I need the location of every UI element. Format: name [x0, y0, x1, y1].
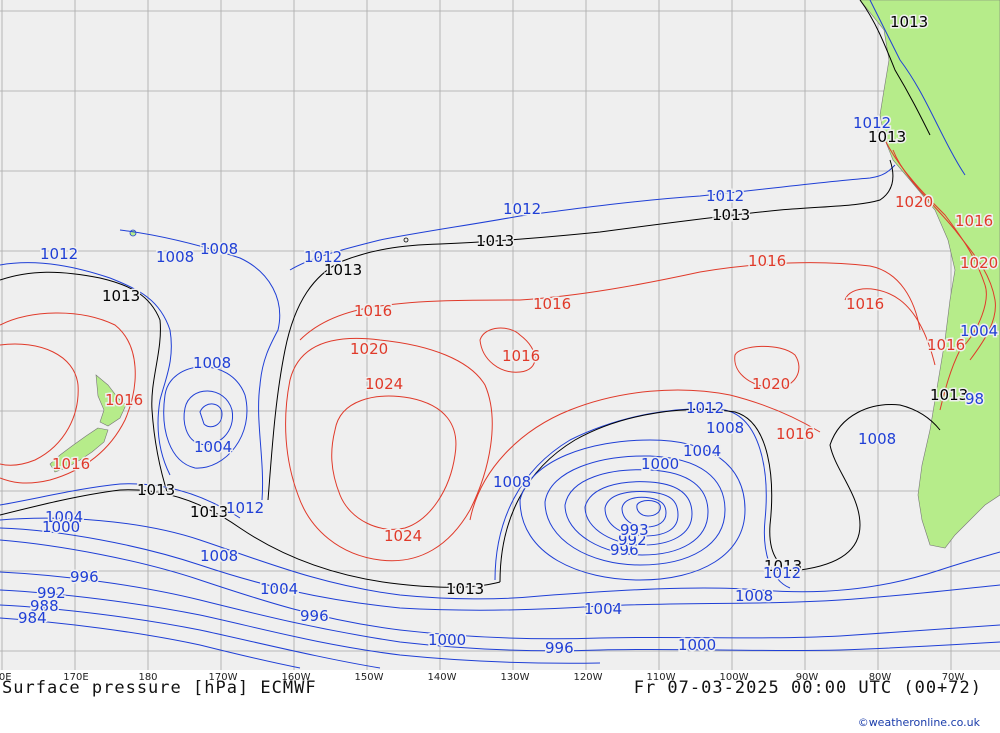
axis-label: 150W	[354, 672, 384, 683]
map-title: Surface pressure [hPa] ECMWF	[2, 678, 317, 698]
small-island	[129, 229, 137, 237]
isobar-label-low: 1000	[428, 631, 466, 649]
isobar-label-low: 1008	[493, 473, 531, 491]
credit-link[interactable]: ©weatheronline.co.uk	[858, 716, 980, 729]
isobar-label-low: 1008	[735, 587, 773, 605]
isobar-label-low: 1004	[960, 322, 998, 340]
isobar-label-low: 98	[965, 390, 984, 408]
isobar-label-high: 1024	[384, 527, 422, 545]
isobar-label-low: 1012	[706, 187, 744, 205]
isobar-label-low: 1012	[304, 248, 342, 266]
isobar-label-high: 1016	[502, 347, 540, 365]
axis-label: 130W	[500, 672, 530, 683]
isobar-label-low: 1000	[678, 636, 716, 654]
isobar-label-std: 1013	[137, 481, 175, 499]
isobar-label-high: 1016	[52, 455, 90, 473]
isobar-label-low: 1004	[194, 438, 232, 456]
isobar-label-high: 1020	[350, 340, 388, 358]
isobar-label-high: 1016	[354, 302, 392, 320]
axis-label: 120W	[573, 672, 603, 683]
isobar-label-std: 1013	[190, 503, 228, 521]
pressure-map: 1013101310131013101310131013101310131013…	[0, 0, 1000, 670]
isobar-label-high: 1016	[955, 212, 993, 230]
isobar-label-std: 1013	[930, 386, 968, 404]
isobar-label-low: 996	[545, 639, 574, 657]
isobar-label-high: 1020	[960, 254, 998, 272]
isobar-label-low: 984	[18, 609, 47, 627]
isobar-label-low: 996	[300, 607, 329, 625]
isobar-label-std: 1013	[712, 206, 750, 224]
isobar-label-low: 1012	[503, 200, 541, 218]
isobar-label-low: 1012	[40, 245, 78, 263]
isobar-label-high: 1016	[533, 295, 571, 313]
isobar-label-low: 1008	[156, 248, 194, 266]
valid-time: Fr 07-03-2025 00:00 UTC (00+72)	[633, 678, 982, 698]
isobar-label-low: 1012	[763, 564, 801, 582]
isobar-label-high: 1020	[895, 193, 933, 211]
isobar-label-high: 1016	[776, 425, 814, 443]
isobar-label-low: 1008	[200, 547, 238, 565]
isobar-label-low: 1000	[42, 518, 80, 536]
isobar-label-low: 1004	[584, 600, 622, 618]
isobar-label-high: 1016	[927, 336, 965, 354]
axis-label: 140W	[427, 672, 457, 683]
isobar-label-high: 1024	[365, 375, 403, 393]
isobar-label-std: 1013	[446, 580, 484, 598]
isobar-label-low: 1008	[858, 430, 896, 448]
isobar-label-low: 1012	[226, 499, 264, 517]
isobar-label-high: 1016	[846, 295, 884, 313]
small-island	[403, 237, 409, 243]
isobar-label-low: 993	[620, 521, 649, 539]
isobar-label-std: 1013	[890, 13, 928, 31]
isobar-label-std: 1013	[476, 232, 514, 250]
isobar-label-low: 996	[70, 568, 99, 586]
isobar-label-low: 1008	[706, 419, 744, 437]
isobar-label-low: 1008	[200, 240, 238, 258]
isobar-label-low: 1004	[260, 580, 298, 598]
isobar-label-low: 1012	[686, 399, 724, 417]
isobar-label-low: 1008	[193, 354, 231, 372]
isobar-label-std: 1013	[102, 287, 140, 305]
isobar-label-low: 1004	[683, 442, 721, 460]
isobar-label-low: 1012	[853, 114, 891, 132]
isobar-label-high: 1016	[748, 252, 786, 270]
isobar-label-high: 1016	[105, 391, 143, 409]
isobar-label-high: 1020	[752, 375, 790, 393]
isobar-label-low: 1000	[641, 455, 679, 473]
